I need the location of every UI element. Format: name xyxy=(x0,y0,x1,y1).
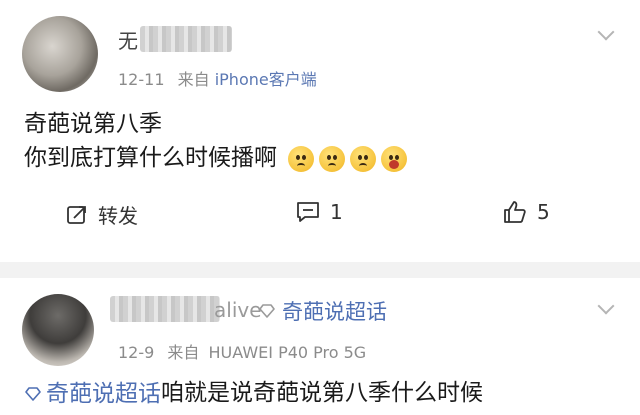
content-text: 咱就是说奇葩说第八季什么时候 xyxy=(161,380,483,406)
topic-link-label: 奇葩说超话 xyxy=(46,380,161,407)
weibo-post-1: 无 12-11 来自 iPhone客户端 奇葩说第八季 你到底打算什么时候播啊 … xyxy=(0,0,640,262)
post-time: 12-11 xyxy=(118,70,165,89)
post-divider xyxy=(0,262,640,278)
weibo-post-2: alive 奇葩说超话 12-9 来自 HUAWEI P40 Pro 5G 奇葩… xyxy=(0,278,640,415)
username-blur xyxy=(140,26,232,52)
topic-badge-label: 奇葩说超话 xyxy=(282,300,387,324)
content-line-text: 你到底打算什么时候播啊 xyxy=(24,145,277,171)
topic-badge[interactable]: 奇葩说超话 xyxy=(258,296,387,326)
diamond-icon xyxy=(258,299,276,323)
post-content: 奇葩说超话 咱就是说奇葩说第八季什么时候 xyxy=(24,376,483,411)
diamond-icon xyxy=(25,386,41,401)
repost-button[interactable]: 转发 xyxy=(66,200,138,229)
post-time: 12-9 xyxy=(118,343,155,362)
thumbs-up-icon xyxy=(503,200,527,224)
topic-link[interactable]: 奇葩说超话 xyxy=(24,377,161,411)
device-name[interactable]: iPhone客户端 xyxy=(215,70,317,89)
post-meta: 12-9 来自 HUAWEI P40 Pro 5G xyxy=(118,339,366,363)
avatar[interactable] xyxy=(22,16,98,92)
sad-face-icon xyxy=(288,145,315,172)
chevron-down-icon[interactable] xyxy=(597,23,615,41)
chevron-down-icon[interactable] xyxy=(597,297,615,315)
sad-face-icon xyxy=(350,145,377,172)
comment-icon xyxy=(296,201,320,223)
like-count: 5 xyxy=(537,200,550,224)
content-line-2: 你到底打算什么时候播啊 xyxy=(24,141,408,175)
username-blur xyxy=(110,296,220,322)
sad-face-icon xyxy=(319,145,346,172)
username[interactable]: 无 xyxy=(118,25,138,54)
repost-label: 转发 xyxy=(98,204,138,228)
avatar[interactable] xyxy=(22,294,94,366)
device-name[interactable]: HUAWEI P40 Pro 5G xyxy=(209,343,367,362)
via-label: 来自 xyxy=(167,343,200,362)
shocked-face-icon xyxy=(381,145,408,172)
post-meta: 12-11 来自 iPhone客户端 xyxy=(118,66,317,90)
via-label: 来自 xyxy=(177,70,210,89)
username[interactable]: alive xyxy=(214,298,262,322)
content-line: 奇葩说第八季 xyxy=(24,111,162,137)
emoji-row xyxy=(288,145,408,172)
post-actions: 转发 1 5 xyxy=(0,200,640,246)
repost-icon xyxy=(66,204,88,226)
comment-count: 1 xyxy=(330,200,343,224)
post-content: 奇葩说第八季 你到底打算什么时候播啊 xyxy=(24,107,408,175)
like-button[interactable]: 5 xyxy=(503,200,550,224)
comment-button[interactable]: 1 xyxy=(296,200,343,224)
